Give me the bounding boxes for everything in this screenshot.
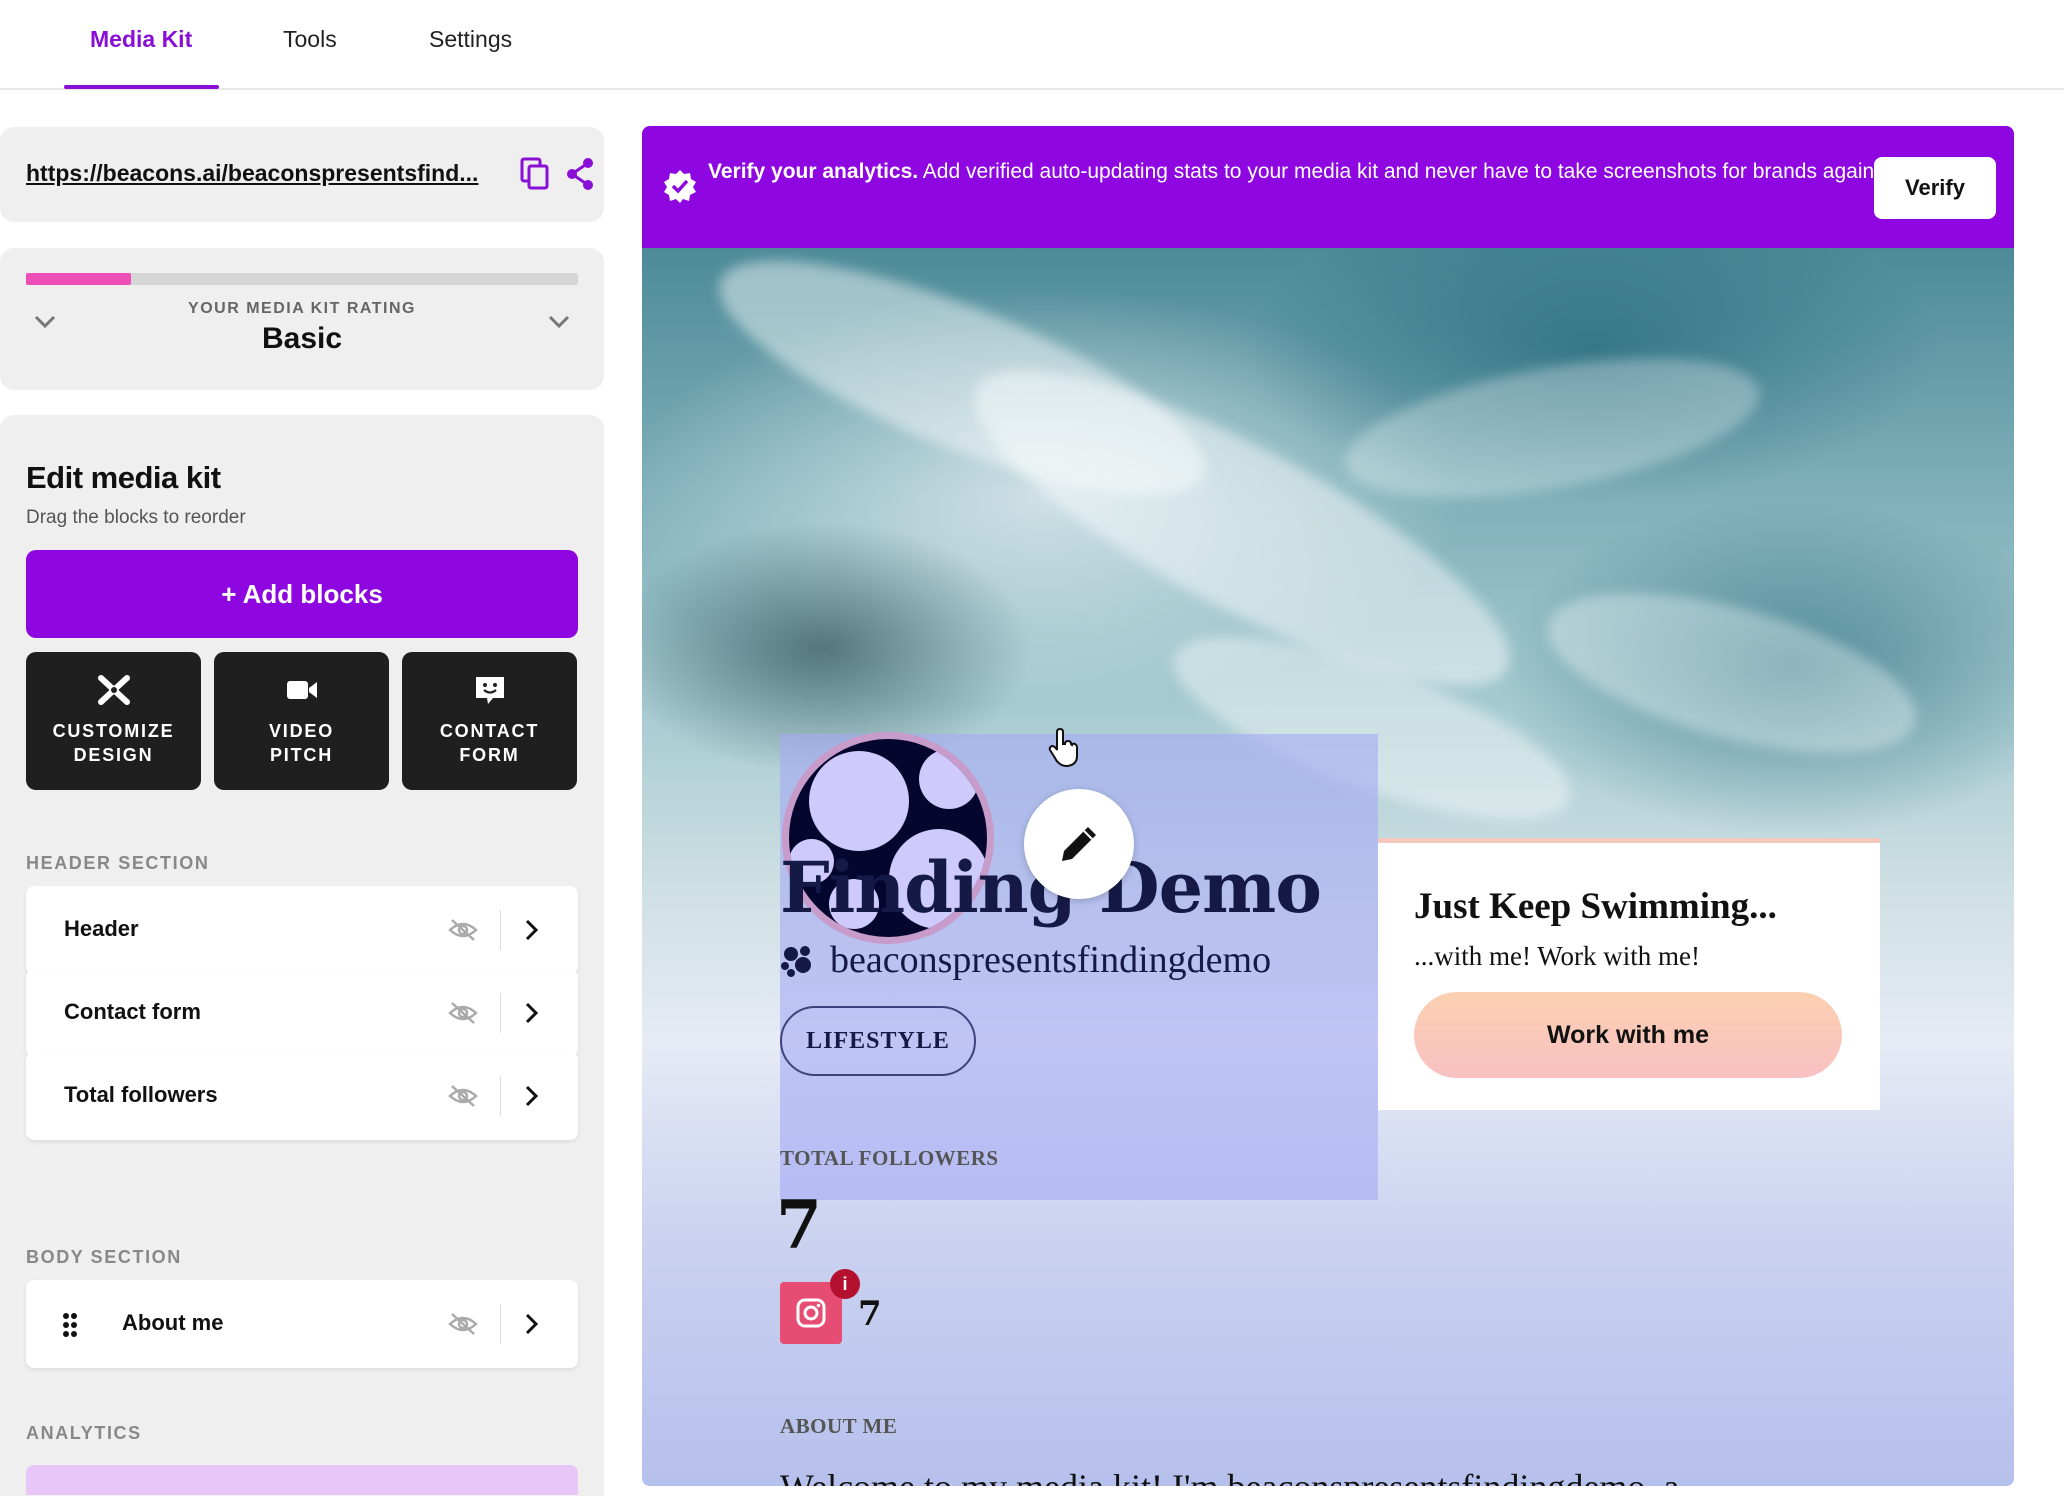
about-me-label: ABOUT ME — [780, 1414, 898, 1438]
block-row-label: Header — [64, 916, 139, 941]
block-row-label: Contact form — [64, 999, 201, 1024]
banner-bold-text: Verify your analytics. — [708, 160, 919, 183]
rating-progress-bar — [26, 273, 578, 285]
avatar-dot — [919, 749, 979, 809]
design-tools-icon — [98, 675, 130, 705]
block-row-contact-form[interactable]: Contact form — [26, 969, 578, 1057]
tab-settings[interactable]: Settings — [429, 26, 512, 53]
chevron-right-icon[interactable] — [524, 918, 540, 942]
eye-off-icon[interactable] — [448, 1312, 478, 1336]
analytics-block[interactable] — [26, 1465, 578, 1495]
tab-media-kit[interactable]: Media Kit — [90, 26, 192, 53]
header-section-label: HEADER SECTION — [26, 853, 210, 873]
instagram-icon — [796, 1298, 826, 1328]
rating-label: YOUR MEDIA KIT RATING — [188, 300, 416, 317]
beacons-logo-icon — [781, 946, 811, 977]
analytics-section-label: ANALYTICS — [26, 1423, 142, 1443]
verify-button[interactable]: Verify — [1874, 157, 1996, 219]
pencil-icon — [1062, 827, 1096, 861]
active-tab-indicator — [64, 85, 219, 89]
avatar-dot — [809, 751, 909, 851]
contact-cta-card: Just Keep Swimming... ...with me! Work w… — [1378, 838, 1880, 1110]
customize-design-button[interactable]: CUSTOMIZE DESIGN — [26, 652, 201, 790]
block-row-header[interactable]: Header — [26, 886, 578, 974]
info-badge[interactable]: i — [830, 1269, 860, 1299]
tab-tools[interactable]: Tools — [283, 26, 337, 53]
work-with-me-button[interactable]: Work with me — [1414, 992, 1842, 1078]
total-followers-count: 7 — [776, 1186, 822, 1264]
top-nav: Media Kit Tools Settings — [0, 0, 2064, 90]
url-card: https://beacons.ai/beaconspresentsfind..… — [0, 127, 604, 222]
eye-off-icon[interactable] — [448, 1084, 478, 1108]
rating-progress-fill — [26, 273, 131, 285]
edit-panel-title: Edit media kit — [26, 460, 221, 495]
rating-value: Basic — [261, 322, 343, 355]
media-kit-rating-card[interactable] — [0, 248, 604, 390]
row-divider — [500, 910, 501, 950]
total-followers-label: TOTAL FOLLOWERS — [780, 1146, 999, 1170]
about-me-text: Welcome to my media kit! I'm beaconspres… — [780, 1466, 1880, 1486]
instagram-follower-count: 7 — [858, 1294, 882, 1334]
media-kit-editor: Media Kit Tools Settings https://beacons… — [0, 0, 2064, 1496]
row-divider — [500, 993, 501, 1033]
block-row-total-followers[interactable]: Total followers — [26, 1052, 578, 1140]
category-tag: LIFESTYLE — [780, 1006, 976, 1076]
chat-smile-icon — [476, 677, 504, 704]
drag-handle-icon[interactable] — [62, 1312, 78, 1338]
verify-analytics-banner: Verify your analytics. Add verified auto… — [642, 126, 2014, 248]
verified-badge-icon — [664, 170, 696, 203]
wave-foam — [1334, 332, 1770, 524]
hand-cursor-icon — [1048, 728, 1078, 768]
body-section-label: BODY SECTION — [26, 1247, 182, 1267]
cta-title: Just Keep Swimming... — [1414, 886, 1777, 927]
video-camera-icon — [287, 681, 317, 699]
block-row-about-me[interactable]: About me — [26, 1280, 578, 1368]
edit-media-kit-panel: Edit media kit Drag the blocks to reorde… — [0, 415, 604, 1496]
video-pitch-button[interactable]: VIDEO PITCH — [214, 652, 389, 790]
wave-foam — [1531, 561, 1933, 785]
edit-panel-subtitle: Drag the blocks to reorder — [26, 507, 246, 528]
sidebar: https://beacons.ai/beaconspresentsfind..… — [0, 90, 614, 1496]
add-blocks-button[interactable]: + Add blocks — [26, 550, 578, 638]
chevron-right-icon[interactable] — [524, 1084, 540, 1108]
cta-subtitle: ...with me! Work with me! — [1414, 941, 1701, 971]
chevron-right-icon[interactable] — [524, 1001, 540, 1025]
eye-off-icon[interactable] — [448, 918, 478, 942]
edit-header-button[interactable] — [1024, 789, 1134, 899]
media-kit-url-link[interactable]: https://beacons.ai/beaconspresentsfind..… — [26, 160, 506, 187]
block-row-label: Total followers — [64, 1082, 218, 1107]
row-divider — [500, 1076, 501, 1116]
profile-handle-text: beaconspresentsfindingdemo — [830, 939, 1272, 981]
contact-form-button[interactable]: CONTACT FORM — [402, 652, 577, 790]
tile-label: VIDEO PITCH — [268, 721, 334, 765]
banner-message: Verify your analytics. Add verified auto… — [708, 156, 1888, 188]
media-kit-preview: Verify your analytics. Add verified auto… — [642, 126, 2014, 1486]
banner-body-text: Add verified auto-updating stats to your… — [918, 160, 1881, 183]
share-icon[interactable] — [565, 157, 595, 191]
block-row-label: About me — [122, 1310, 224, 1335]
tile-label: CONTACT FORM — [439, 721, 540, 765]
chevron-right-icon[interactable] — [524, 1312, 540, 1336]
tile-label: CUSTOMIZE DESIGN — [52, 721, 175, 765]
eye-off-icon[interactable] — [448, 1001, 478, 1025]
copy-icon[interactable] — [520, 157, 550, 191]
row-divider — [500, 1304, 501, 1344]
